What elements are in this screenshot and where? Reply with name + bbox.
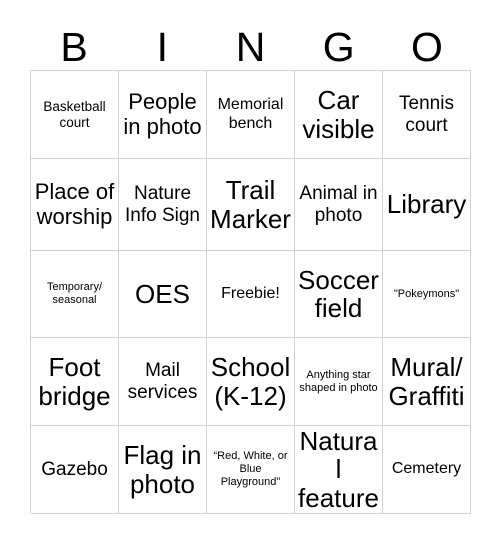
bingo-cell[interactable]: Mural/ Graffiti: [383, 338, 471, 426]
bingo-cell-label: Temporary/ seasonal: [46, 281, 103, 306]
bingo-cell[interactable]: OES: [119, 251, 207, 338]
bingo-cell-label: Anything star shaped in photo: [299, 368, 378, 394]
bingo-cell[interactable]: Gazebo: [31, 426, 119, 514]
bingo-cell[interactable]: Library: [383, 159, 471, 251]
bingo-cell-label: Basketball court: [43, 98, 106, 130]
bingo-cell[interactable]: School (K-12): [207, 338, 295, 426]
bingo-cell[interactable]: Tennis court: [383, 71, 471, 159]
bingo-cell-label: Car visible: [302, 85, 375, 144]
bingo-header-letter-g: G: [322, 24, 355, 70]
bingo-cell-label: “Red, White, or Blue Playground": [213, 450, 288, 488]
bingo-cell[interactable]: People in photo: [119, 71, 207, 159]
bingo-cell-label: Natural feature: [298, 426, 379, 513]
bingo-cell[interactable]: Basketball court: [31, 71, 119, 159]
bingo-cell[interactable]: Freebie!: [207, 251, 295, 338]
bingo-cell[interactable]: "Pokeymons": [383, 251, 471, 338]
bingo-cell[interactable]: Cemetery: [383, 426, 471, 514]
bingo-cell-label: Flag in photo: [123, 440, 202, 499]
bingo-cell-label: Trail Marker: [210, 175, 291, 234]
bingo-cell-label: Cemetery: [391, 460, 462, 478]
bingo-cell-label: Nature Info Sign: [125, 183, 200, 226]
bingo-cell-label: Tennis court: [399, 93, 454, 136]
bingo-cell[interactable]: Temporary/ seasonal: [31, 251, 119, 338]
bingo-cell[interactable]: Place of worship: [31, 159, 119, 251]
bingo-cell[interactable]: Nature Info Sign: [119, 159, 207, 251]
bingo-header-letter-i: I: [156, 24, 168, 70]
bingo-cell[interactable]: Foot bridge: [31, 338, 119, 426]
bingo-cell-label: Library: [386, 189, 467, 220]
bingo-cell[interactable]: Animal in photo: [295, 159, 383, 251]
bingo-cell-label: Mural/ Graffiti: [388, 352, 465, 411]
bingo-cell[interactable]: Natural feature: [295, 426, 383, 514]
bingo-cell[interactable]: Flag in photo: [119, 426, 207, 514]
bingo-cell[interactable]: Trail Marker: [207, 159, 295, 251]
bingo-cell-label: People in photo: [123, 89, 202, 139]
bingo-cell[interactable]: Anything star shaped in photo: [295, 338, 383, 426]
bingo-cell-label: Foot bridge: [38, 352, 111, 411]
bingo-grid: Basketball court People in photo Memorial …: [30, 70, 471, 514]
bingo-header-row: BINGO: [30, 18, 471, 70]
bingo-cell-label: "Pokeymons": [393, 287, 460, 300]
bingo-header-letter-n: N: [235, 24, 266, 70]
bingo-cell-label: Soccer field: [298, 264, 379, 323]
bingo-cell-label: Freebie!: [221, 284, 280, 302]
bingo-header-letter-b: B: [60, 24, 88, 70]
bingo-card: B I N G O Basketball court People in photo Mem…: [0, 0, 500, 544]
bingo-cell-label: Mail services: [127, 360, 198, 403]
bingo-cell-label: Place of worship: [34, 179, 115, 229]
bingo-cell[interactable]: Mail services: [119, 338, 207, 426]
bingo-cell[interactable]: Memorial bench: [207, 71, 295, 159]
bingo-cell-label: Animal in photo: [299, 183, 378, 226]
bingo-cell-label: School (K-12): [210, 352, 291, 411]
bingo-header-letter-o: O: [410, 24, 443, 70]
bingo-cell-label: OES: [135, 278, 190, 309]
bingo-cell-label: Gazebo: [41, 458, 108, 480]
bingo-cell[interactable]: Soccer field: [295, 251, 383, 338]
bingo-cell[interactable]: Car visible: [295, 71, 383, 159]
bingo-cell-label: Memorial bench: [217, 96, 284, 132]
bingo-cell[interactable]: “Red, White, or Blue Playground": [207, 426, 295, 514]
